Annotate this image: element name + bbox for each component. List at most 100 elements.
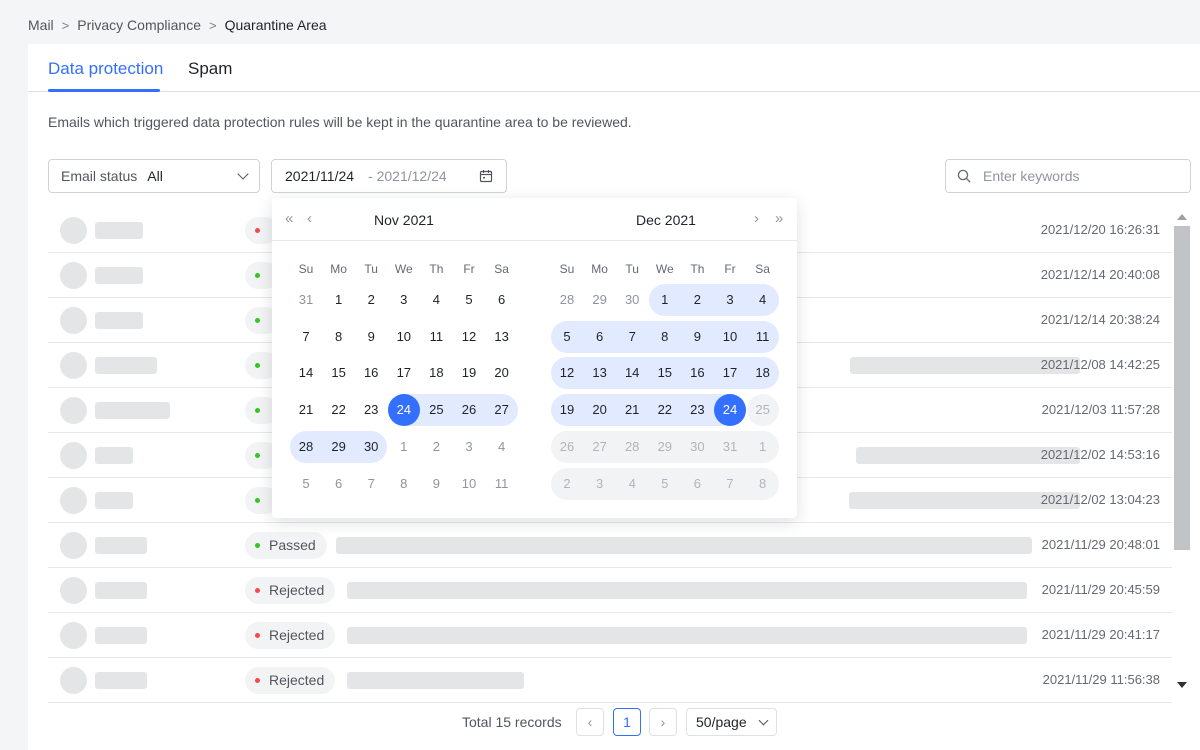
calendar-day[interactable]: 11	[486, 468, 518, 500]
next-month-icon[interactable]: ›	[754, 210, 759, 227]
total-records: Total 15 records	[462, 714, 562, 730]
calendar-day[interactable]: 8	[388, 468, 420, 500]
calendar-day[interactable]: 31	[290, 284, 322, 316]
calendar-day[interactable]: 7	[290, 321, 322, 353]
calendar-day[interactable]: 7	[616, 321, 648, 353]
calendar-day[interactable]: 1	[649, 284, 681, 316]
breadcrumb-privacy-compliance[interactable]: Privacy Compliance	[77, 17, 201, 33]
calendar-day[interactable]: 1	[323, 284, 355, 316]
row-timestamp: 2021/12/08 14:42:25	[1040, 357, 1160, 372]
email-status-select[interactable]: Email status All	[48, 159, 260, 193]
next-year-icon[interactable]: »	[775, 210, 783, 227]
calendar-day[interactable]: 3	[388, 284, 420, 316]
sender-placeholder	[95, 447, 133, 464]
calendar-day: 3	[595, 475, 604, 491]
search-input[interactable]	[983, 168, 1173, 184]
calendar-day[interactable]: 11	[420, 321, 452, 353]
next-page-button[interactable]: ›	[649, 708, 677, 736]
calendar-day[interactable]: 28	[551, 284, 583, 316]
tab-data-protection[interactable]: Data protection	[48, 59, 163, 79]
table-row[interactable]: Rejected 2021/11/29 11:56:38	[48, 658, 1172, 703]
calendar-day[interactable]: 30	[616, 284, 648, 316]
calendar-day[interactable]: 5	[453, 284, 485, 316]
breadcrumb-mail[interactable]: Mail	[28, 17, 54, 33]
calendar-day[interactable]: 1	[388, 431, 420, 463]
weekday-header: Mo	[330, 262, 347, 276]
calendar-day[interactable]: 14	[290, 357, 322, 389]
scroll-thumb[interactable]	[1174, 226, 1190, 550]
calendar-day[interactable]: 9	[355, 321, 387, 353]
calendar-day[interactable]: 19	[453, 357, 485, 389]
calendar-day[interactable]: 3	[453, 431, 485, 463]
calendar-day[interactable]: 9	[681, 321, 713, 353]
calendar-day[interactable]: 21	[290, 394, 322, 426]
calendar-day[interactable]: 27	[486, 394, 518, 426]
calendar-day[interactable]: 6	[584, 321, 616, 353]
calendar-day[interactable]: 6	[486, 284, 518, 316]
calendar-day: 2	[563, 475, 571, 491]
calendar-day[interactable]: 15	[323, 357, 355, 389]
prev-page-button[interactable]: ‹	[576, 708, 604, 736]
calendar-day[interactable]: 2	[420, 431, 452, 463]
chevron-left-icon: ‹	[587, 714, 593, 730]
calendar-day[interactable]: 22	[323, 394, 355, 426]
left-month-title[interactable]: Nov 2021	[374, 212, 434, 228]
calendar-day[interactable]: 13	[486, 321, 518, 353]
calendar-day[interactable]: 18	[747, 357, 779, 389]
calendar-day[interactable]: 8	[323, 321, 355, 353]
calendar-day[interactable]: 7	[355, 468, 387, 500]
page-number-button[interactable]: 1	[613, 708, 641, 736]
calendar-day[interactable]: 5	[290, 468, 322, 500]
table-row[interactable]: Passed 2021/11/29 20:48:01	[48, 523, 1172, 568]
calendar-day[interactable]: 10	[714, 321, 746, 353]
calendar-day[interactable]: 5	[551, 321, 583, 353]
scroll-down-icon[interactable]	[1177, 682, 1187, 688]
calendar-day[interactable]: 28	[290, 431, 322, 463]
calendar-day[interactable]: 26	[453, 394, 485, 426]
calendar-day[interactable]: 10	[388, 321, 420, 353]
date-end[interactable]: - 2021/12/24	[368, 168, 447, 184]
date-start[interactable]: 2021/11/24	[285, 168, 354, 184]
calendar-day[interactable]: 12	[453, 321, 485, 353]
calendar-day[interactable]: 13	[584, 357, 616, 389]
search-icon	[957, 169, 971, 183]
calendar-day[interactable]: 4	[420, 284, 452, 316]
calendar-day[interactable]: 2	[355, 284, 387, 316]
page-size-select[interactable]: 50/page	[686, 708, 777, 736]
sender-placeholder	[95, 537, 147, 554]
calendar-day[interactable]: 20	[584, 394, 616, 426]
calendar-day[interactable]: 23	[355, 394, 387, 426]
calendar-day: 29	[657, 438, 673, 454]
calendar-day[interactable]: 4	[747, 284, 779, 316]
calendar-day[interactable]: 18	[420, 357, 452, 389]
calendar-day[interactable]: 22	[649, 394, 681, 426]
prev-month-icon[interactable]: ‹	[307, 210, 312, 227]
calendar-day[interactable]: 16	[355, 357, 387, 389]
calendar-day[interactable]: 10	[453, 468, 485, 500]
right-month-title[interactable]: Dec 2021	[636, 212, 696, 228]
calendar-day[interactable]: 24	[387, 394, 420, 427]
calendar-day[interactable]: 20	[486, 357, 518, 389]
scroll-up-icon[interactable]	[1177, 214, 1187, 220]
calendar-day[interactable]: 29	[584, 284, 616, 316]
calendar-day[interactable]: 29	[323, 431, 355, 463]
calendar-day[interactable]: 6	[323, 468, 355, 500]
tab-spam[interactable]: Spam	[188, 59, 232, 79]
calendar-day[interactable]: 15	[649, 357, 681, 389]
calendar-day[interactable]: 9	[420, 468, 452, 500]
prev-year-icon[interactable]: «	[285, 210, 293, 227]
table-scrollbar[interactable]	[1173, 208, 1191, 694]
table-row[interactable]: Rejected 2021/11/29 20:41:17	[48, 613, 1172, 658]
row-timestamp: 2021/12/02 14:53:16	[1040, 447, 1160, 462]
calendar-day[interactable]: 30	[355, 431, 387, 463]
calendar-day[interactable]: 3	[714, 284, 746, 316]
row-timestamp: 2021/12/02 13:04:23	[1040, 492, 1160, 507]
calendar-day[interactable]: 24	[714, 394, 746, 427]
calendar-day[interactable]: 17	[388, 357, 420, 389]
calendar-day[interactable]: 8	[649, 321, 681, 353]
table-row[interactable]: Rejected 2021/11/29 20:45:59	[48, 568, 1172, 613]
calendar-day[interactable]: 4	[486, 431, 518, 463]
date-range-input[interactable]: 2021/11/24 - 2021/12/24	[271, 159, 507, 193]
calendar-day[interactable]: 11	[747, 321, 779, 353]
calendar-day[interactable]: 19	[551, 394, 583, 426]
